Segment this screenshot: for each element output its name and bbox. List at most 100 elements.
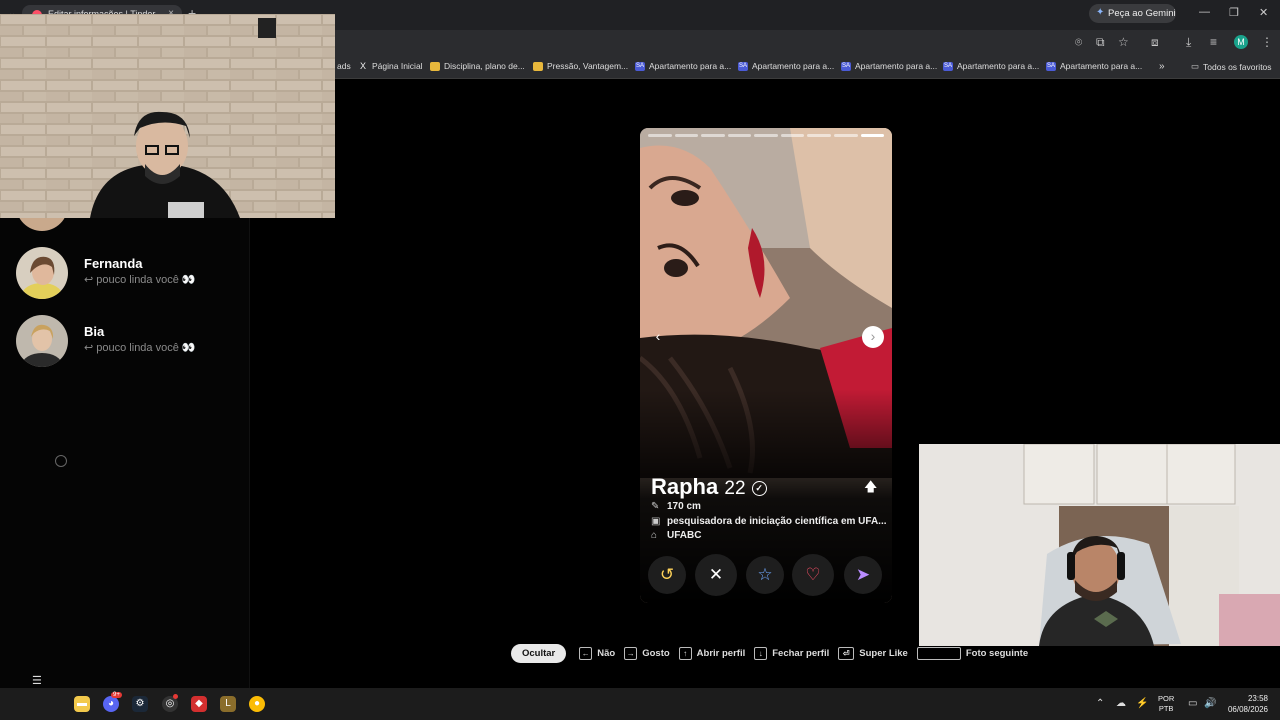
folder-icon [430, 61, 440, 71]
all-favorites-folder[interactable]: ▭ Todos os favoritos [1191, 61, 1272, 72]
chrome-icon[interactable]: ● [249, 696, 265, 712]
sa-icon: SA [738, 61, 748, 71]
gemini-label: Peça ao Gemini [1108, 8, 1176, 19]
feedback-icon[interactable]: ☰ [32, 674, 42, 687]
tray-chevron-up-icon[interactable]: ⌃ [1096, 698, 1104, 709]
shortcut-super-like: ⏎ Super Like [838, 646, 908, 660]
download-icon[interactable]: ⤓ [1186, 35, 1191, 50]
photo-progress-segment [674, 134, 699, 137]
bookmark-item[interactable]: SA Apartamento para a... [841, 61, 937, 71]
system-clock[interactable]: 23:58 06/08/2026 [1226, 693, 1268, 715]
sa-icon: SA [841, 61, 851, 71]
match-name: Fernanda [84, 256, 143, 271]
briefcase-icon: ▣ [651, 516, 661, 527]
sa-icon: SA [635, 61, 645, 71]
bookmark-item[interactable]: SA Apartamento para a... [1046, 61, 1142, 71]
tray-network-icon[interactable]: ⚡ [1136, 698, 1148, 709]
shortcut-nope: ← Não [579, 646, 615, 660]
profile-avatar[interactable]: M [1234, 35, 1248, 49]
rewind-button[interactable]: ↺ [648, 556, 686, 594]
match-last-message: ↩ pouco linda você 👀 [84, 274, 196, 286]
photo-progress-segment [860, 134, 885, 137]
bookmark-item[interactable]: X Página Inicial [358, 61, 423, 71]
bookmark-item[interactable]: SA Apartamento para a... [943, 61, 1039, 71]
sa-icon: SA [943, 61, 953, 71]
profile-name-line: Rapha 22 ✓ [651, 474, 767, 500]
loading-spinner-icon [55, 455, 67, 467]
steam-icon[interactable]: ⚙ [132, 696, 148, 712]
job-row: ▣ pesquisadora de iniciação científica em… [651, 516, 887, 527]
photo-progress-segment [780, 134, 805, 137]
shortcut-like: → Gosto [624, 646, 670, 660]
enter-key-icon: ⏎ [838, 646, 855, 660]
file-explorer-icon[interactable]: ▬ [74, 696, 90, 712]
right-arrow-key-icon: → [624, 646, 638, 660]
photo-progress-segment [648, 134, 672, 137]
folder-outline-icon: ▭ [1191, 61, 1200, 71]
photo-progress-segment [807, 134, 831, 137]
profile-name: Rapha [651, 474, 719, 499]
next-photo-icon[interactable]: › [862, 326, 884, 348]
menu-kebab-icon[interactable]: ⋮ [1261, 35, 1273, 49]
input-language-indicator[interactable]: POR PTB [1158, 694, 1174, 714]
bookmark-item[interactable]: SA Apartamento para a... [738, 61, 834, 71]
nope-button[interactable]: ✕ [695, 554, 737, 596]
league-of-legends-icon[interactable]: L [220, 696, 236, 712]
discord-icon[interactable]: ◕ [103, 696, 119, 712]
up-arrow-key-icon: ↑ [678, 646, 692, 660]
avatar [16, 315, 68, 367]
discord-badge: 9+ [111, 692, 122, 698]
photo-progress-segment [754, 134, 778, 137]
like-button[interactable]: ♡ [792, 554, 834, 596]
verified-badge-icon: ✓ [751, 481, 767, 496]
x-icon: X [359, 60, 366, 71]
cast-icon[interactable]: ⧉ [1096, 35, 1105, 50]
photo-progress-segment [833, 134, 858, 137]
gemini-sparkle-icon: ✦ [1096, 7, 1105, 18]
bookmark-item[interactable]: ads [337, 61, 351, 71]
monitor-icon[interactable]: ▭ [1188, 698, 1197, 709]
tray-app-icon[interactable]: ☁ [1116, 698, 1126, 709]
profile-age: 22 [724, 478, 746, 499]
folder-icon [533, 61, 543, 71]
shortcut-open-profile: ↑ Abrir perfil [678, 646, 745, 660]
riot-client-icon[interactable]: ◆ [191, 696, 207, 712]
maximize-icon[interactable]: ❐ [1229, 6, 1239, 19]
photo-progress-segment [727, 134, 752, 137]
gemini-button[interactable]: ✦ Peça ao Gemini [1089, 4, 1176, 23]
avatar [16, 247, 68, 299]
open-profile-arrow-icon[interactable]: 🡅 [864, 478, 877, 500]
bookmark-star-icon[interactable]: ☆ [1118, 35, 1129, 49]
minimize-icon[interactable]: — [1199, 6, 1210, 18]
close-window-icon[interactable]: ✕ [1259, 6, 1268, 19]
previous-photo-icon[interactable]: ‹ [647, 326, 669, 348]
bookmark-item[interactable]: SA Apartamento para a... [635, 61, 731, 71]
super-like-button[interactable]: ☆ [746, 556, 784, 594]
photo-progress-segment [701, 134, 725, 137]
list-item[interactable]: Bia ↩ pouco linda você 👀 [16, 315, 246, 371]
location-icon[interactable]: ⌾ [1075, 35, 1082, 50]
height-row: ✎ 170 cm [651, 501, 701, 512]
shortcut-next-photo: Foto seguinte [916, 646, 1028, 660]
shortcut-close-profile: ↓ Fechar perfil [754, 646, 829, 660]
down-arrow-key-icon: ↓ [754, 646, 768, 660]
reading-list-icon[interactable]: ≡ [1210, 35, 1217, 49]
boost-button[interactable]: ➤ [844, 556, 882, 594]
extensions-icon[interactable]: ⧈ [1151, 35, 1159, 50]
bookmark-item[interactable]: Pressão, Vantagem... [533, 61, 628, 71]
photo-progress-bars [648, 134, 885, 137]
volume-icon[interactable]: 🔊 [1204, 698, 1216, 709]
hide-shortcuts-button[interactable]: Ocultar [511, 643, 567, 663]
bookmark-item[interactable]: Disciplina, plano de... [430, 61, 525, 71]
graduation-cap-icon: ⌂ [651, 530, 658, 541]
sa-icon: SA [1046, 61, 1056, 71]
list-item[interactable]: Fernanda ↩ pouco linda você 👀 [16, 247, 246, 303]
left-arrow-key-icon: ← [579, 646, 593, 660]
profile-card[interactable]: ‹ › Rapha 22 ✓ 🡅 ✎ 170 cm ▣ pesquisadora d… [640, 128, 892, 603]
match-name: Bia [84, 324, 105, 339]
keyboard-shortcuts-bar: Ocultar ← Não → Gosto ↑ Abrir perfil ↓ Fecha… [511, 643, 1037, 663]
obs-recording-dot [173, 694, 178, 699]
webcam-overlay-right [919, 444, 1280, 646]
match-last-message: ↩ pouco linda você 👀 [84, 342, 196, 354]
more-bookmarks-chevron-icon[interactable]: » [1159, 61, 1165, 72]
